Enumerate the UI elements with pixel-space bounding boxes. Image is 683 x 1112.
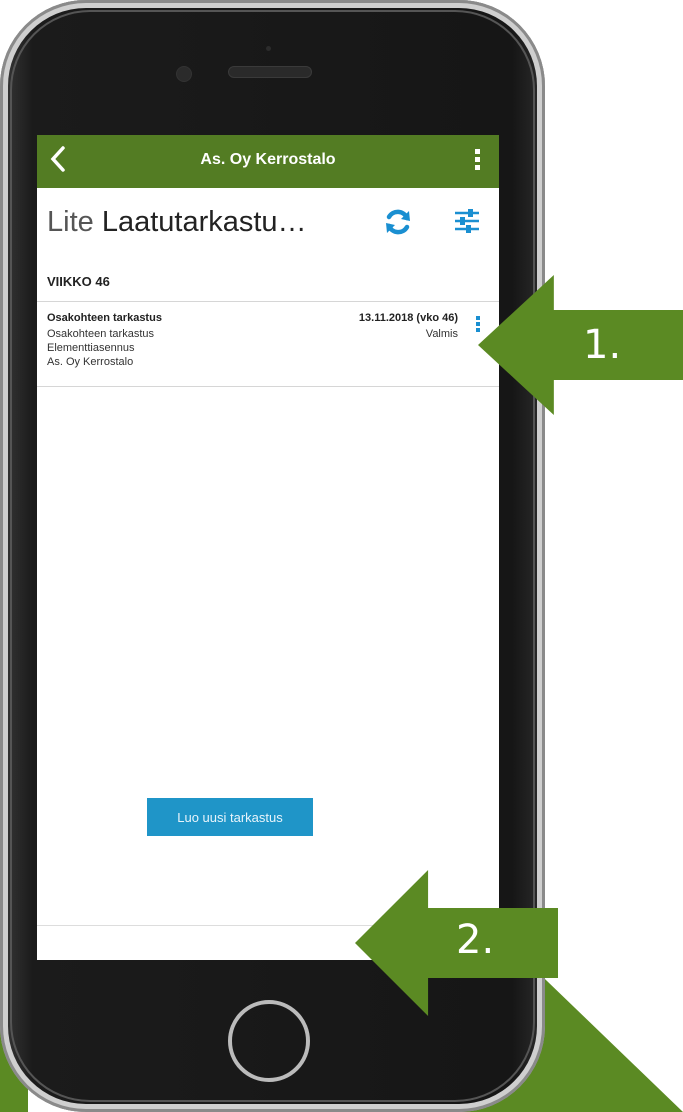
earpiece-speaker bbox=[228, 66, 312, 78]
app-title: As. Oy Kerrostalo bbox=[200, 151, 336, 168]
front-camera bbox=[176, 66, 192, 82]
page-title-prefix: Lite bbox=[47, 206, 94, 238]
proximity-sensor bbox=[266, 46, 271, 51]
new-inspection-button[interactable]: Luo uusi tarkastus bbox=[147, 798, 313, 836]
inspection-list-item[interactable]: Osakohteen tarkastus Osakohteen tarkastu… bbox=[37, 302, 499, 386]
page-title: Lite Laatutarkastu… bbox=[47, 206, 307, 239]
inspection-site: As. Oy Kerrostalo bbox=[47, 356, 134, 368]
top-app-bar: As. Oy Kerrostalo bbox=[37, 135, 499, 188]
home-button[interactable] bbox=[228, 1000, 310, 1082]
inspection-phase: Elementtiasennus bbox=[47, 342, 135, 354]
row-divider bbox=[37, 386, 499, 387]
sliders-icon[interactable] bbox=[454, 208, 480, 234]
inspection-title: Osakohteen tarkastus bbox=[47, 312, 162, 324]
more-vertical-icon[interactable] bbox=[475, 149, 481, 170]
app-screen: As. Oy Kerrostalo Lite Laatutarkastu… VI… bbox=[37, 135, 499, 960]
annotation-label-1: 1. bbox=[583, 322, 622, 368]
refresh-icon[interactable] bbox=[383, 207, 413, 237]
inspection-date: 13.11.2018 (vko 46) bbox=[358, 312, 458, 324]
item-more-icon[interactable] bbox=[476, 316, 480, 332]
inspection-subtitle: Osakohteen tarkastus bbox=[47, 328, 155, 340]
page-title-main: Laatutarkastu… bbox=[101, 206, 307, 238]
inspection-status: Valmis bbox=[425, 328, 458, 340]
annotation-label-2: 2. bbox=[456, 917, 495, 963]
week-section-header: VIIKKO 46 bbox=[47, 274, 110, 289]
